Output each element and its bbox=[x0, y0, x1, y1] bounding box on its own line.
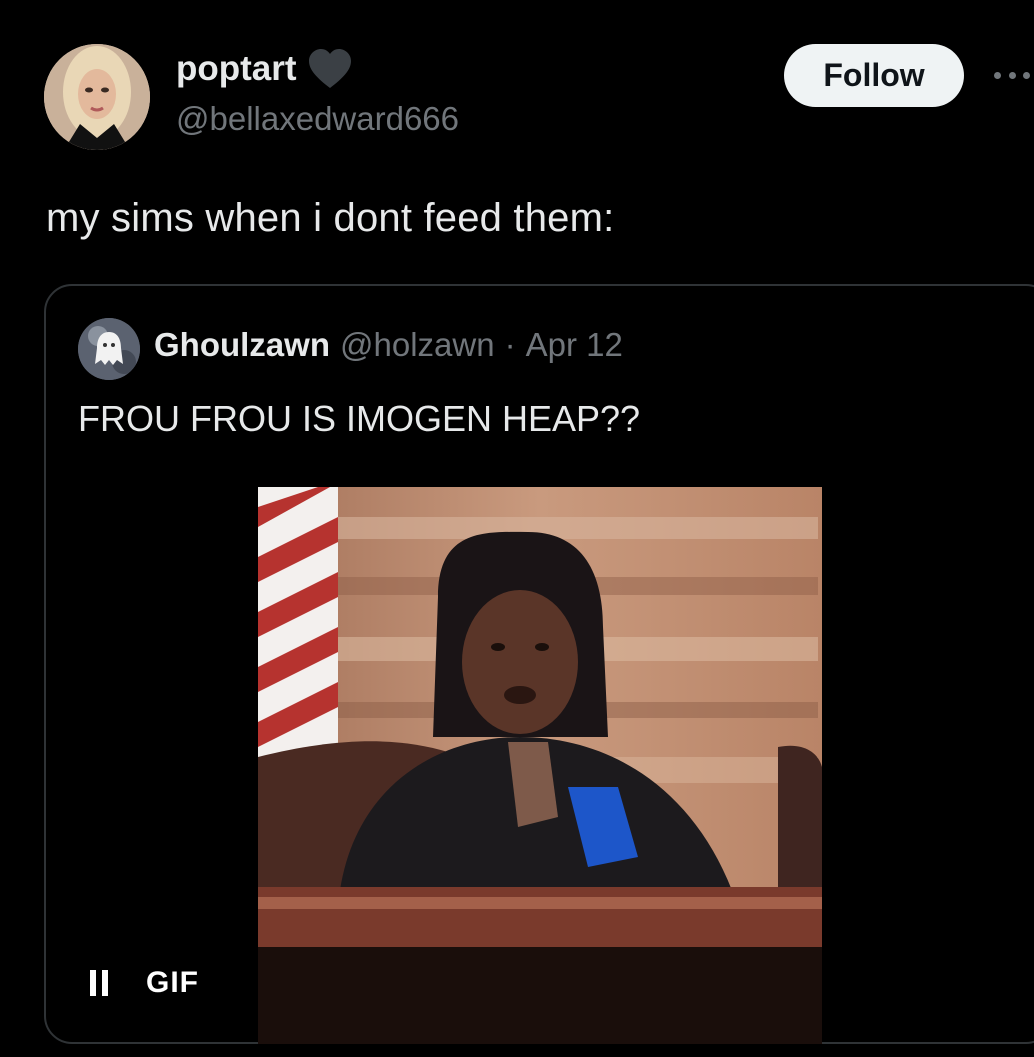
quoted-author-display-name[interactable]: Ghoulzawn bbox=[154, 326, 330, 364]
quoted-author-handle[interactable]: @holzawn bbox=[340, 326, 495, 364]
quoted-tweet-date[interactable]: Apr 12 bbox=[526, 326, 623, 364]
separator-dot: · bbox=[504, 326, 516, 363]
quoted-author-row: Ghoulzawn @holzawn · Apr 12 bbox=[154, 326, 623, 364]
follow-button[interactable]: Follow bbox=[784, 44, 964, 107]
gif-badge: GIF bbox=[146, 966, 199, 999]
quoted-tweet-text: FROU FROU IS IMOGEN HEAP?? bbox=[78, 398, 641, 439]
author-handle[interactable]: @bellaxedward666 bbox=[176, 100, 459, 138]
tweet-text: my sims when i dont feed them: bbox=[46, 196, 615, 240]
more-options-button[interactable] bbox=[990, 58, 1034, 92]
author-avatar[interactable] bbox=[44, 44, 150, 150]
gif-controls: GIF bbox=[90, 966, 199, 1000]
pause-icon[interactable] bbox=[90, 970, 110, 996]
more-horizontal-icon bbox=[994, 71, 1001, 79]
gif-media[interactable] bbox=[258, 487, 822, 1044]
black-heart-icon bbox=[308, 49, 351, 88]
quoted-author-avatar[interactable] bbox=[78, 318, 140, 380]
author-display-name[interactable]: poptart bbox=[176, 49, 297, 89]
tweet-view: poptart @bellaxedward666 Follow my sims … bbox=[0, 0, 1034, 1057]
author-display-name-row[interactable]: poptart bbox=[176, 48, 353, 90]
